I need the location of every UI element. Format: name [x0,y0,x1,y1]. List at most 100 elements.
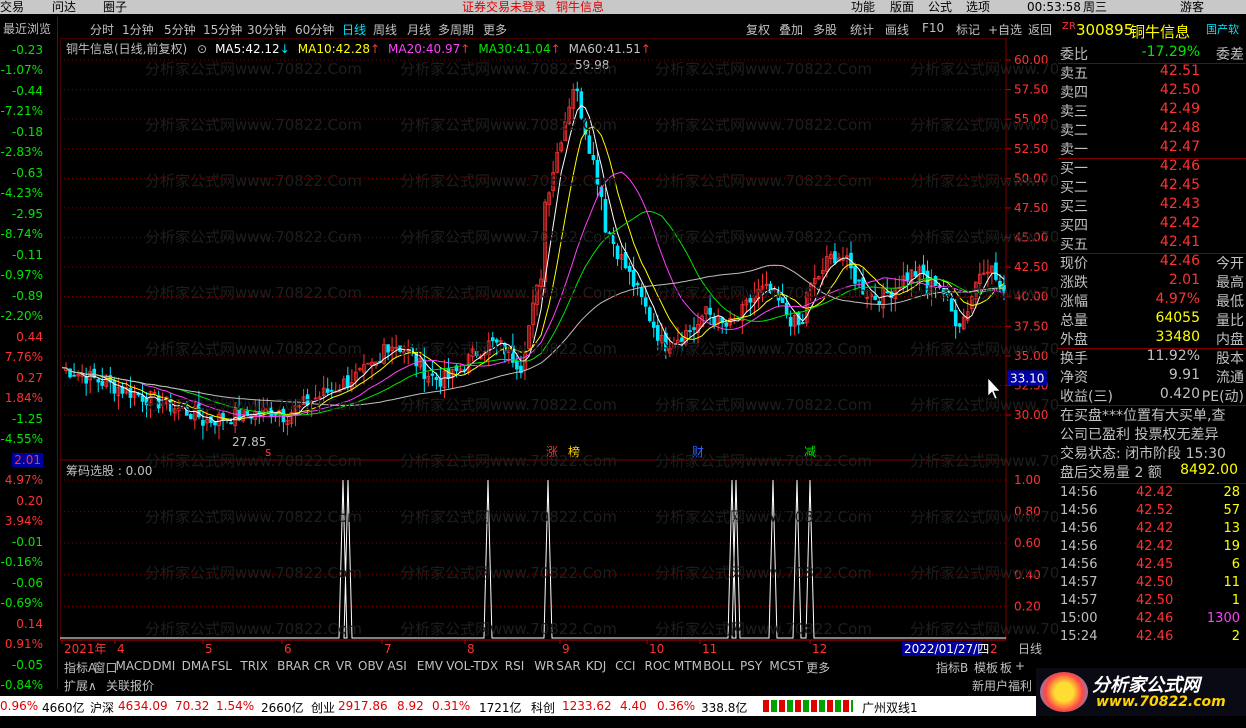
period-tab-2[interactable]: 5分钟 [164,21,196,38]
period-tab-1[interactable]: 1分钟 [122,21,154,38]
indicator-tab-6[interactable]: TRIX [240,659,267,673]
indicator-tab-13[interactable]: VOL-TDX [446,659,498,673]
recent-change-pct[interactable]: -0.69% [1,596,43,610]
indicator-tab-11[interactable]: ASI [387,659,406,673]
recent-change-value[interactable]: -0.05 [12,658,43,672]
recent-change-value[interactable]: -0.11 [12,248,43,262]
menu-item-circle[interactable]: 圈子 [103,0,127,14]
recent-change-pct[interactable]: -8.74% [1,227,43,241]
toolbar-button-0[interactable]: 复权 [746,21,770,38]
indicator-tab-10[interactable]: OBV [358,659,384,673]
indicator-tab-18[interactable]: CCI [615,659,635,673]
recent-change-value[interactable]: -0.63 [12,166,43,180]
legend-toggle-icon[interactable]: ⊙ [197,42,207,56]
recent-browse-title[interactable]: 最近浏览 [3,20,51,37]
recent-change-value[interactable]: 2.01 [12,453,43,467]
recent-change-pct[interactable]: -0.16% [1,555,43,569]
recent-change-pct[interactable]: -2.20% [1,309,43,323]
indicator-tab-23[interactable]: MCST [769,659,803,673]
recent-change-value[interactable]: -0.18 [12,125,43,139]
indicator-tab-21[interactable]: BOLL [703,659,734,673]
indicator-tab-0[interactable]: 指标A [64,659,96,676]
toolbar-button-6[interactable]: 标记 [956,21,980,38]
recent-change-pct[interactable]: -7.21% [1,104,43,118]
period-tab-9[interactable]: 多周期 [438,21,474,38]
recent-change-pct[interactable]: 0.91% [5,637,43,651]
toolbar-button-1[interactable]: 叠加 [779,21,803,38]
toolbar-button-4[interactable]: 画线 [885,21,909,38]
menu-item-trade[interactable]: 交易 [0,0,24,14]
toolbar-button-2[interactable]: 多股 [813,21,837,38]
indicator-tab-8[interactable]: CR [314,659,331,673]
period-tab-5[interactable]: 60分钟 [295,21,334,38]
period-tab-10[interactable]: 更多 [483,21,507,38]
period-tab-3[interactable]: 15分钟 [203,21,242,38]
indicator-tab-22[interactable]: PSY [740,659,762,673]
indicator-tab-19[interactable]: ROC [645,659,671,673]
recent-change-value[interactable]: 0.44 [16,330,43,344]
indicator-tab-9[interactable]: VR [336,659,353,673]
recent-change-value[interactable]: 0.20 [16,494,43,508]
indicator-tab-14[interactable]: RSI [505,659,525,673]
indicator-tab-5[interactable]: FSL [211,659,232,673]
indicator-tab-1[interactable]: 窗口 [93,659,117,676]
menu-item-func[interactable]: 功能 [851,0,875,14]
recent-change-value[interactable]: 0.27 [16,371,43,385]
related-quote-button[interactable]: 关联报价 [106,677,154,694]
period-tab-6[interactable]: 日线 [342,21,366,38]
toolbar-button-7[interactable]: +自选 [988,21,1022,38]
recent-change-value[interactable]: -0.23 [12,43,43,57]
toolbar-button-5[interactable]: F10 [922,21,944,35]
recent-change-value[interactable]: 0.14 [16,617,43,631]
indicator-tab-3[interactable]: DMI [152,659,175,673]
indicator-tab-24[interactable]: 更多 [806,659,830,676]
recent-change-pct[interactable]: -0.84% [1,678,43,692]
indicator-right-1[interactable]: 模板 [974,659,998,676]
recent-change-value[interactable]: -0.06 [12,576,43,590]
recent-change-value[interactable]: -0.01 [12,535,43,549]
indicator-tab-4[interactable]: DMA [182,659,210,673]
toolbar-button-3[interactable]: 统计 [850,21,874,38]
indicator-tab-7[interactable]: BRAR [277,659,310,673]
expand-button[interactable]: 扩展∧ [64,677,97,694]
recent-change-value[interactable]: -0.44 [12,84,43,98]
recent-change-value[interactable]: -2.95 [12,207,43,221]
recent-change-pct[interactable]: -4.23% [1,186,43,200]
indicator-tab-17[interactable]: KDJ [586,659,607,673]
menu-item-wenda[interactable]: 问达 [52,0,76,14]
stock-tag[interactable]: 国产软 [1206,21,1239,37]
period-tab-4[interactable]: 30分钟 [247,21,286,38]
indicator-tab-2[interactable]: MACD [116,659,152,673]
quote-notice[interactable]: 交易状态: 闭市阶段 15:30 [1060,443,1226,463]
user-guest[interactable]: 游客 [1180,0,1204,14]
quote-notice[interactable]: 在买盘***位置有大买单,查 [1060,405,1225,425]
recent-change-pct[interactable]: -1.07% [1,63,43,77]
indicator-right-0[interactable]: 指标B [936,659,968,676]
new-user-benefit[interactable]: 新用户福利 [972,677,1032,694]
indicator-right-2[interactable]: 板 [1000,659,1012,676]
recent-change-pct[interactable]: -0.97% [1,268,43,282]
menu-item-formula[interactable]: 公式 [928,0,952,14]
indicator-tab-16[interactable]: SAR [556,659,580,673]
period-tab-8[interactable]: 月线 [407,21,431,38]
recent-change-pct[interactable]: 7.76% [5,350,43,364]
period-tab-7[interactable]: 周线 [373,21,397,38]
recent-change-value[interactable]: -1.25 [12,412,43,426]
add-window-icon[interactable]: + [1015,659,1025,673]
quote-notice[interactable]: 公司已盈利 投票权无差异 [1060,424,1218,444]
menu-item-options[interactable]: 选项 [966,0,990,14]
recent-change-value[interactable]: -0.89 [12,289,43,303]
recent-change-pct[interactable]: 4.97% [5,473,43,487]
login-notice[interactable]: 证券交易未登录 [462,0,546,14]
indicator-tab-20[interactable]: MTM [674,659,702,673]
period-tab-0[interactable]: 分时 [90,21,114,38]
menu-item-layout[interactable]: 版面 [890,0,914,14]
recent-change-pct[interactable]: 3.94% [5,514,43,528]
indicator-tab-12[interactable]: EMV [417,659,443,673]
daily-period-label[interactable]: 日线 [1018,642,1042,656]
kline-chart[interactable]: 60.0057.5055.0052.5050.0047.5045.0042.50… [60,38,1058,658]
recent-change-pct[interactable]: -2.83% [1,145,43,159]
recent-change-pct[interactable]: 1.84% [5,391,43,405]
recent-change-pct[interactable]: -4.55% [1,432,43,446]
indicator-tab-15[interactable]: WR [534,659,554,673]
